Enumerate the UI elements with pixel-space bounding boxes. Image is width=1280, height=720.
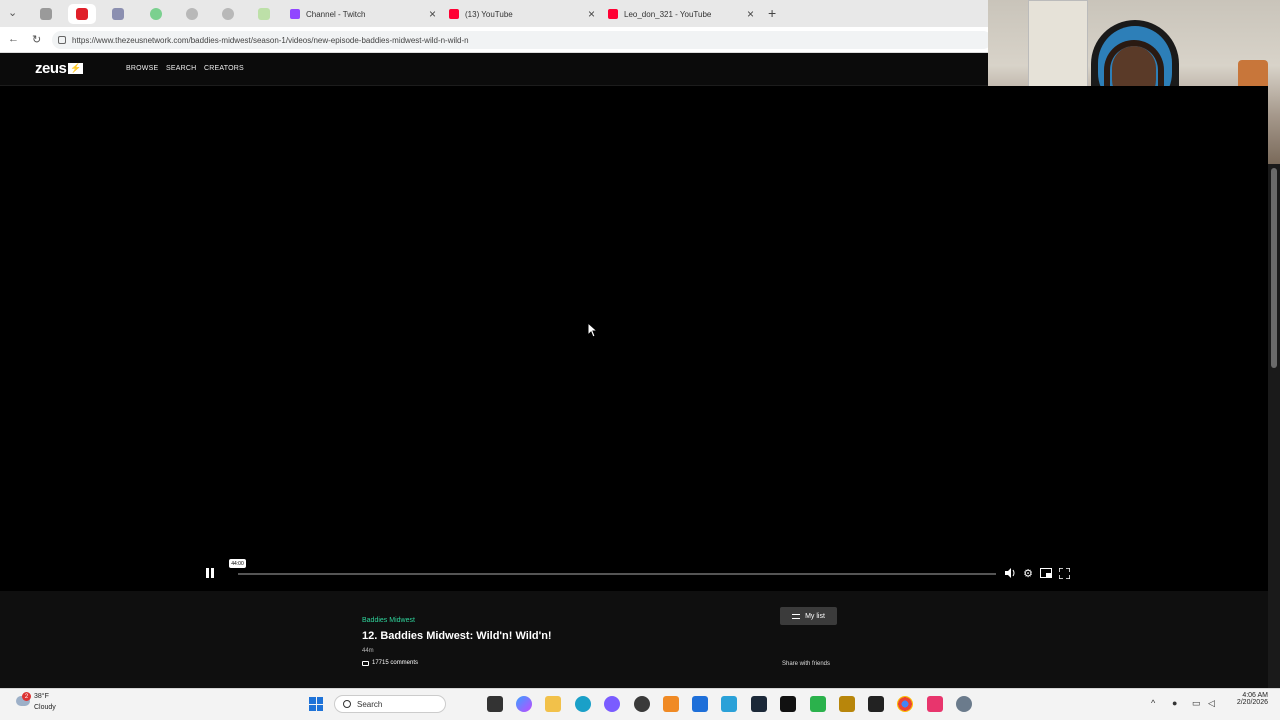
notification-badge: 2 <box>22 692 31 701</box>
episode-info-panel <box>0 591 1268 688</box>
youtube-icon <box>449 9 459 19</box>
reload-icon[interactable]: ↻ <box>32 33 41 46</box>
my-list-label: My list <box>805 612 825 620</box>
volume-icon[interactable] <box>1003 566 1017 580</box>
tray-display-icon[interactable]: ▭ <box>1192 698 1201 709</box>
app-icon-gold[interactable] <box>839 696 855 712</box>
edge-browser-icon[interactable] <box>575 696 591 712</box>
mouse-cursor-icon <box>587 322 597 338</box>
taskbar-search[interactable]: Search <box>334 695 446 713</box>
tab-label: Leo_don_321 - YouTube <box>624 9 712 19</box>
logo-text: zeus <box>35 60 67 77</box>
clock-date: 2/20/2026 <box>1236 699 1268 706</box>
picture-in-picture-icon[interactable] <box>1039 566 1053 580</box>
tiktok-live-icon[interactable] <box>927 696 943 712</box>
pinned-tab-3[interactable] <box>104 4 132 24</box>
share-with-friends-link[interactable]: Share with friends <box>782 661 830 667</box>
close-icon[interactable]: × <box>429 7 436 21</box>
taskbar-clock[interactable]: 4:06 AM 2/20/2026 <box>1222 692 1268 706</box>
nav-search[interactable]: SEARCH <box>166 65 196 72</box>
clock-time: 4:06 AM <box>1242 692 1268 699</box>
tab-label: (13) YouTube <box>465 9 513 19</box>
pause-button[interactable] <box>205 568 215 578</box>
lock-icon <box>58 36 66 44</box>
time-tooltip: 44:00 <box>229 559 246 568</box>
pinned-tab-active[interactable] <box>68 4 96 24</box>
settings-gear-icon[interactable]: ⚙ <box>1021 566 1035 580</box>
task-view-icon[interactable] <box>487 696 503 712</box>
steam-icon[interactable] <box>751 696 767 712</box>
tray-volume-icon[interactable]: ◁ <box>1208 698 1215 709</box>
windows-start-icon[interactable] <box>309 697 323 711</box>
episode-duration: 44m <box>362 648 374 654</box>
tab-twitch[interactable]: Channel - Twitch × <box>284 3 442 25</box>
tiktok-icon[interactable] <box>780 696 796 712</box>
search-icon <box>343 700 351 708</box>
tab-label: Channel - Twitch <box>306 9 366 19</box>
app-icon-blue[interactable] <box>692 696 708 712</box>
comments-count: 17715 comments <box>372 660 419 666</box>
close-icon[interactable]: × <box>747 7 754 21</box>
pinned-tab-6[interactable] <box>214 4 242 24</box>
back-arrow-icon[interactable]: ← <box>8 33 19 45</box>
tray-mic-icon[interactable]: ● <box>1172 698 1177 708</box>
app-icon-orange[interactable] <box>663 696 679 712</box>
comment-icon <box>362 660 369 666</box>
chrome-icon[interactable] <box>897 696 913 712</box>
my-list-button[interactable]: My list <box>780 607 837 625</box>
youtube-icon <box>608 9 618 19</box>
tab-youtube[interactable]: (13) YouTube × <box>443 3 601 25</box>
weather-widget[interactable]: 2 38°F Cloudy <box>16 692 66 716</box>
episode-title: 12. Baddies Midwest: Wild'n! Wild'n! <box>362 630 552 642</box>
comments-link[interactable]: 17715 comments <box>362 660 418 666</box>
new-tab-plus-icon[interactable]: + <box>768 5 776 21</box>
weather-condition: Cloudy <box>34 704 56 711</box>
fullscreen-icon[interactable] <box>1057 566 1071 580</box>
nav-creators[interactable]: CREATORS <box>204 65 244 72</box>
twitch-icon <box>290 9 300 19</box>
nav-browse[interactable]: BROWSE <box>126 65 158 72</box>
app-icon-obs[interactable] <box>634 696 650 712</box>
tray-chevron-up-icon[interactable]: ^ <box>1151 698 1155 708</box>
close-icon[interactable]: × <box>588 7 595 21</box>
search-label: Search <box>357 699 383 709</box>
scrollbar-thumb[interactable] <box>1271 168 1277 368</box>
webcam-balloon-decoration <box>1158 0 1280 40</box>
bolt-icon: ⚡ <box>68 63 84 74</box>
messenger-icon[interactable] <box>604 696 620 712</box>
video-player[interactable] <box>0 86 1268 591</box>
zeus-logo[interactable]: zeus ⚡ <box>35 60 84 77</box>
file-explorer-icon[interactable] <box>545 696 561 712</box>
pinned-tab-7[interactable] <box>250 4 278 24</box>
app-icon-green[interactable] <box>810 696 826 712</box>
pinned-tab-4[interactable] <box>142 4 170 24</box>
list-add-icon <box>792 613 801 619</box>
settings-icon[interactable] <box>956 696 972 712</box>
url-text: https://www.thezeusnetwork.com/baddies-m… <box>72 35 469 45</box>
page-scrollbar[interactable] <box>1268 164 1280 688</box>
copilot-icon[interactable] <box>516 696 532 712</box>
tab-youtube-channel[interactable]: Leo_don_321 - YouTube × <box>602 3 760 25</box>
url-field[interactable]: https://www.thezeusnetwork.com/baddies-m… <box>52 31 992 49</box>
weather-temperature: 38°F <box>34 693 49 700</box>
pinned-tab-1[interactable] <box>32 4 60 24</box>
app-icon-dark[interactable] <box>868 696 884 712</box>
tab-menu-chevron-icon[interactable]: ⌄ <box>8 6 17 19</box>
show-name-link[interactable]: Baddies Midwest <box>362 617 415 624</box>
video-timeline[interactable] <box>238 573 996 575</box>
app-icon-cyan[interactable] <box>721 696 737 712</box>
pinned-tab-5[interactable] <box>178 4 206 24</box>
